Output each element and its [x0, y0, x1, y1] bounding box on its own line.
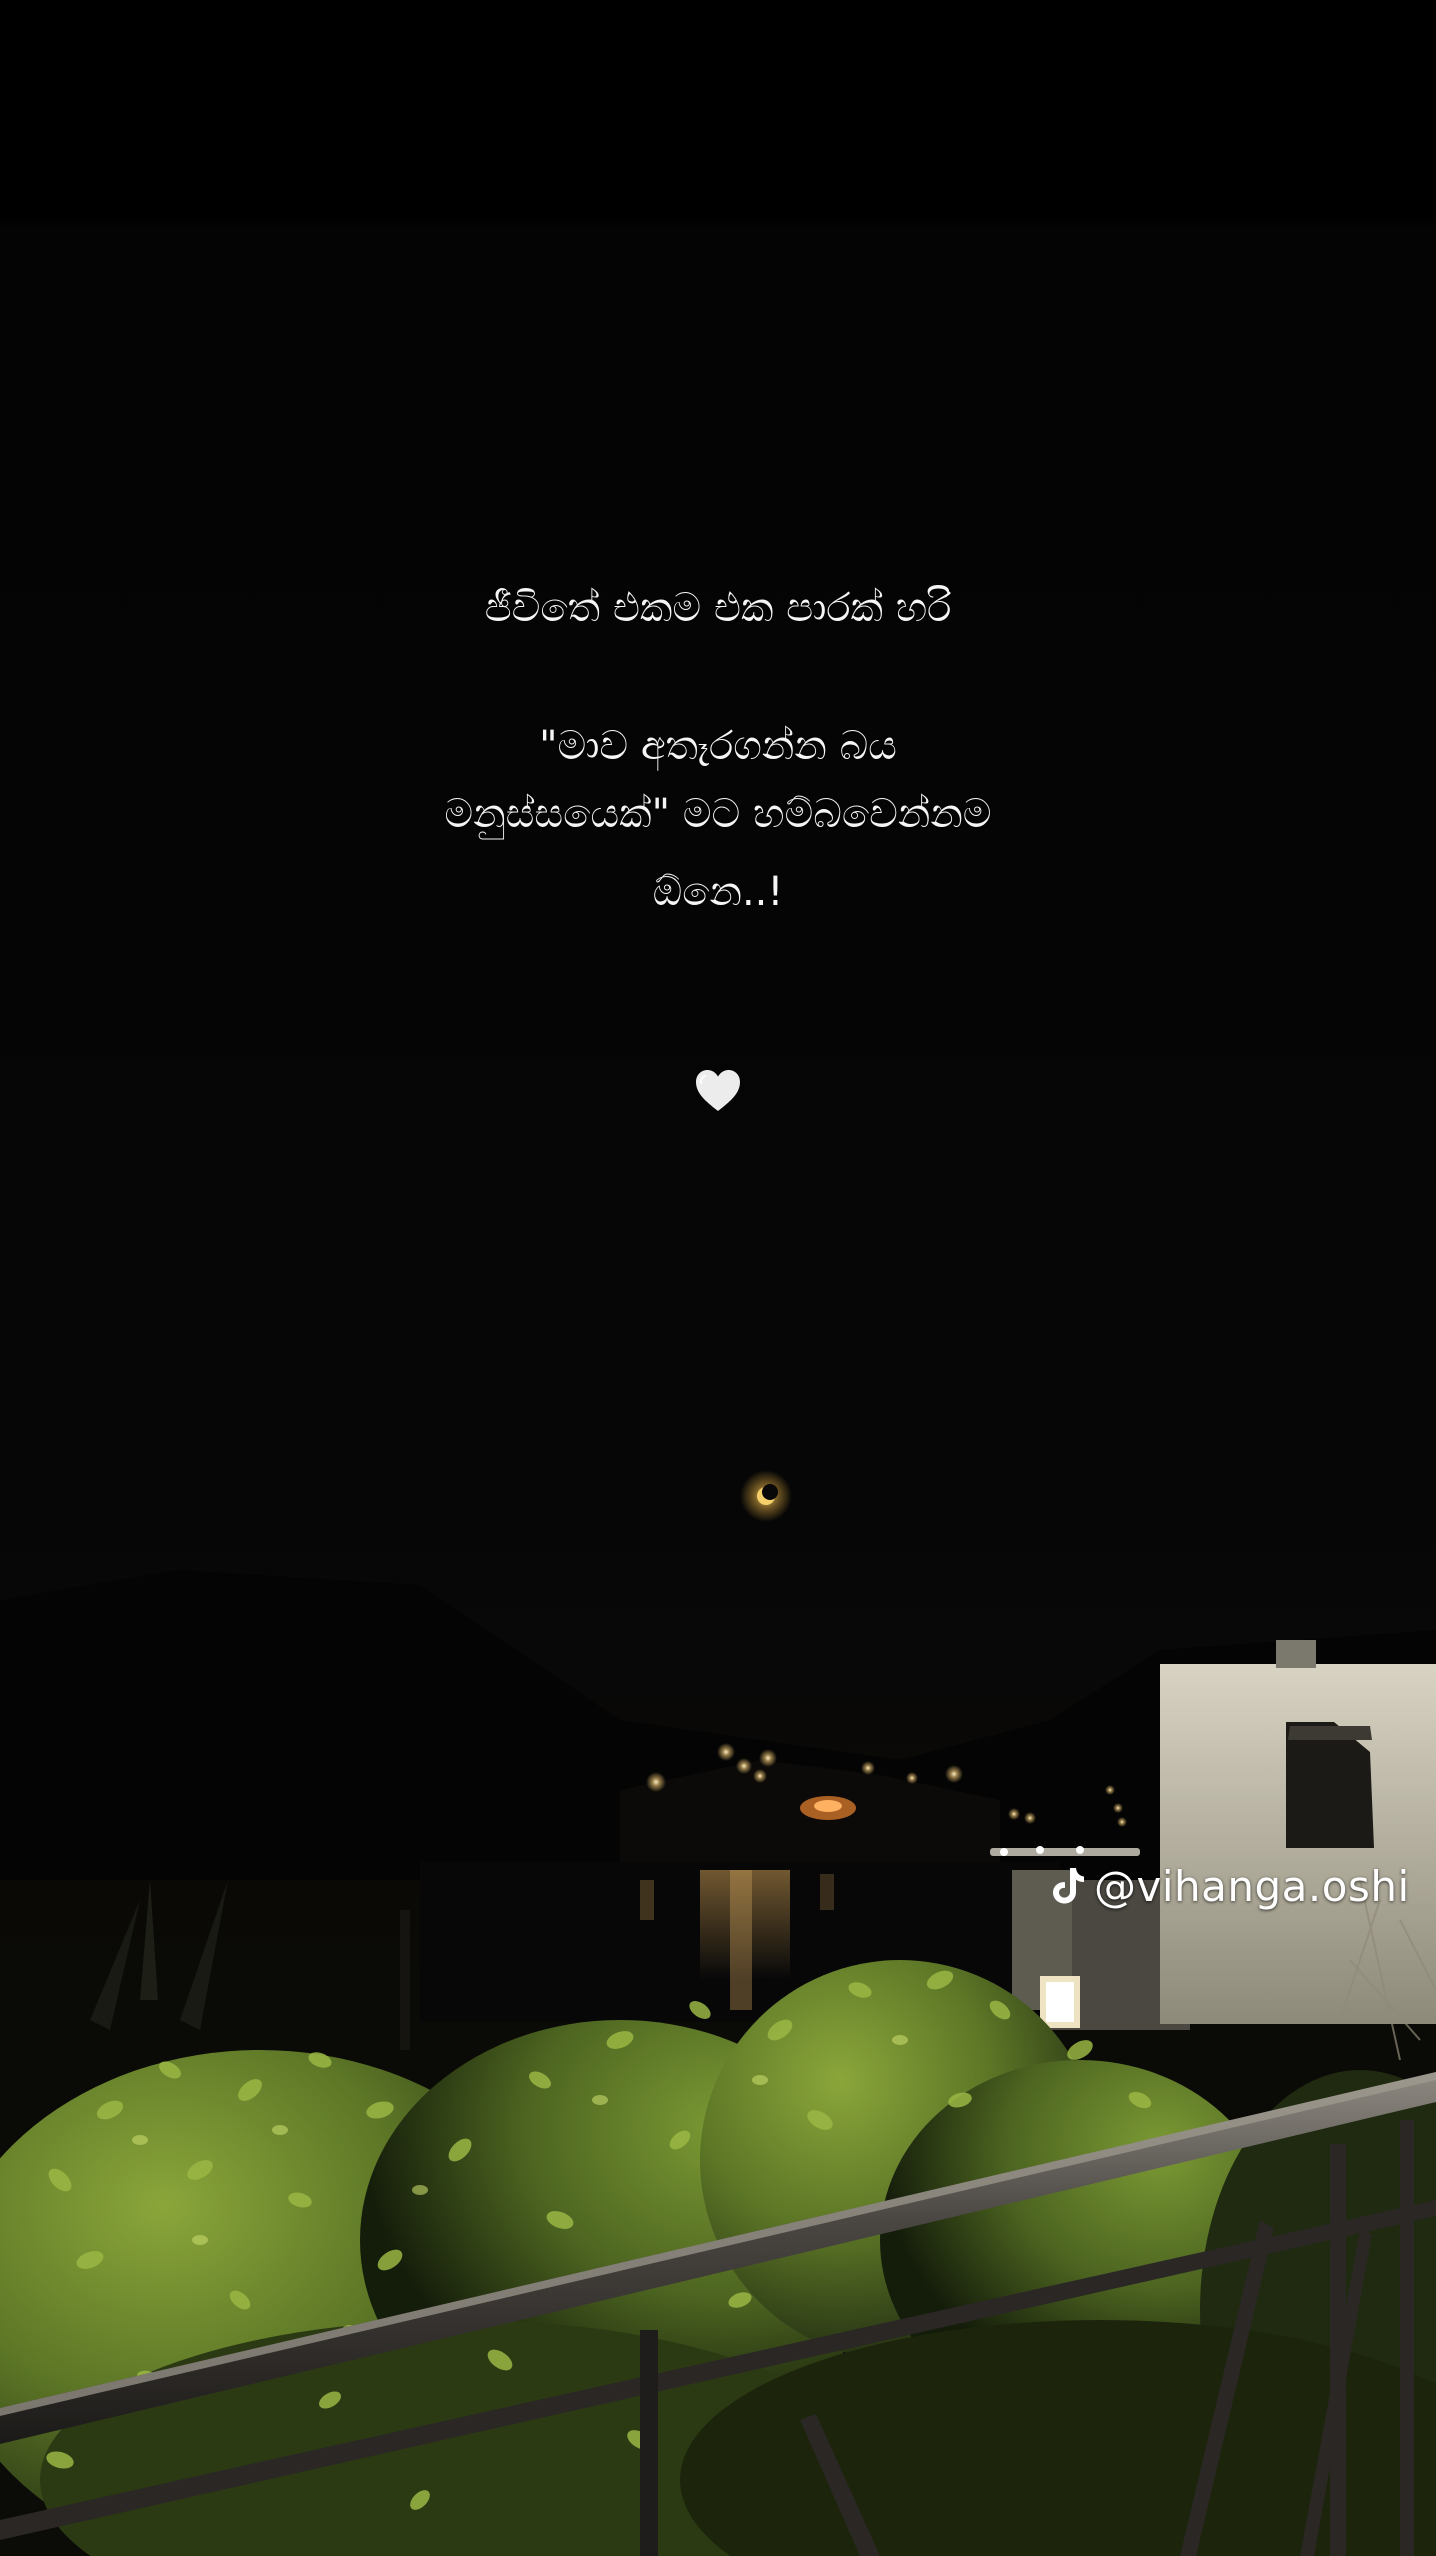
- tiktok-handle: @vihanga.oshi: [1094, 1861, 1410, 1911]
- palm-silhouette: [90, 1880, 410, 2050]
- quote-line-3: මනුස්සයෙක්" මට හම්බවෙන්නම: [444, 791, 992, 837]
- quote-line-4: ඕනෙ..!: [652, 869, 784, 915]
- tiktok-icon: [1053, 1868, 1084, 1904]
- story-background: ජීවිතේ එකම එක පාරක් හරි "මාව අතෑරගන්න බය…: [0, 0, 1436, 2556]
- quote-line-2: "මාව අතෑරගන්න බය: [539, 723, 897, 769]
- white-heart-icon: [696, 1070, 740, 1111]
- quote-line-1: ජීවිතේ එකම එක පාරක් හරි: [484, 585, 952, 631]
- night-landscape-photo: [0, 1470, 1436, 2556]
- tiktok-watermark: @vihanga.oshi: [1050, 1858, 1410, 1914]
